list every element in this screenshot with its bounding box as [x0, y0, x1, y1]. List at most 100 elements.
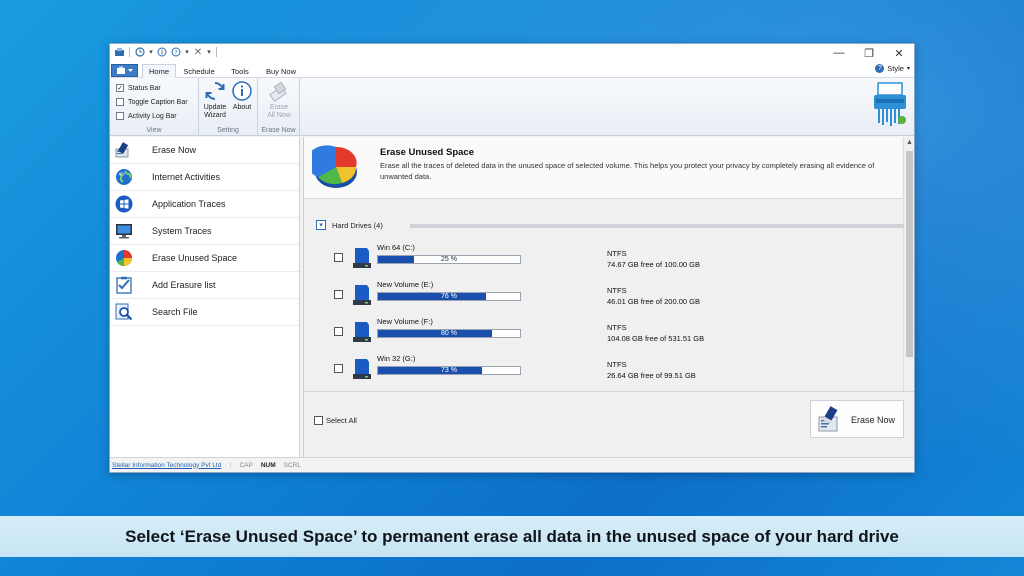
- file-system: NTFS: [607, 286, 627, 295]
- drive-checkbox[interactable]: [334, 327, 343, 336]
- help-icon[interactable]: ?: [170, 46, 182, 58]
- drive-checkbox[interactable]: [334, 364, 343, 373]
- sidebar-item-search-file[interactable]: Search File: [110, 299, 299, 326]
- checkbox-label: Status Bar: [128, 84, 161, 92]
- sidebar-item-erase-now[interactable]: Erase Now: [110, 137, 299, 164]
- ribbon-group-setting: Update Wizard About Setting: [199, 78, 258, 136]
- ribbon-tabs: Home Schedule Tools Buy Now ? Style ▾: [110, 63, 914, 78]
- checkbox-icon[interactable]: [116, 112, 124, 120]
- tutorial-caption: Select ‘Erase Unused Space’ to permanent…: [0, 516, 1024, 557]
- module-header: Erase Unused Space Erase all the traces …: [304, 137, 902, 199]
- monitor-icon: [116, 224, 132, 239]
- eraser-icon: [818, 406, 838, 432]
- tab-home[interactable]: Home: [142, 64, 176, 78]
- select-all-checkbox[interactable]: Select All: [314, 416, 357, 425]
- drive-row-g[interactable]: Win 32 (G:) 73 % NTFS 26.64 GB free of 9…: [304, 354, 894, 388]
- content-area: Erase Now Internet Activities Applicatio…: [110, 137, 914, 457]
- group-label-view: View: [146, 127, 162, 134]
- scroll-lock-indicator: SCRL: [283, 461, 301, 469]
- sidebar-item-label: Application Traces: [152, 199, 226, 209]
- checkbox-icon[interactable]: ✓: [116, 84, 124, 92]
- tab-schedule[interactable]: Schedule: [180, 64, 218, 78]
- shredder-logo-icon: [874, 82, 906, 126]
- caps-lock-indicator: CAP: [239, 461, 253, 469]
- help-icon[interactable]: ?: [875, 64, 885, 73]
- erase-label-line2: All Now: [267, 112, 291, 119]
- free-space: 46.01 GB free of 200.00 GB: [607, 297, 700, 306]
- svg-text:?: ?: [174, 49, 177, 56]
- file-system: NTFS: [607, 249, 627, 258]
- refresh-icon: [205, 81, 225, 101]
- free-space: 104.08 GB free of 531.51 GB: [607, 334, 705, 343]
- drive-name: Win 64 (C:): [377, 243, 415, 252]
- collapse-toggle-icon[interactable]: ▾: [316, 220, 326, 230]
- drive-name: New Volume (F:): [377, 317, 433, 326]
- drive-row-c[interactable]: Win 64 (C:) 25 % NTFS 74.67 GB free of 1…: [304, 243, 894, 277]
- close-button[interactable]: ✕: [884, 44, 914, 62]
- status-bar: Stellar Information Technology Pvt Ltd ⁝…: [110, 457, 914, 472]
- activity-log-bar-checkbox[interactable]: Activity Log Bar: [116, 109, 188, 123]
- app-window: ▾ ? ▾ ✕ ▾ — ❐ ✕ Home Schedule Tools Buy …: [109, 43, 915, 473]
- update-label-line1: Update: [203, 104, 227, 111]
- scroll-thumb[interactable]: [906, 151, 913, 357]
- vertical-scrollbar[interactable]: ▲ ▼: [903, 137, 914, 403]
- update-label-line2: Wizard: [204, 112, 226, 119]
- sidebar-item-label: System Traces: [152, 226, 212, 236]
- sidebar: Erase Now Internet Activities Applicatio…: [110, 137, 300, 457]
- update-wizard-button[interactable]: Update Wizard: [202, 80, 228, 120]
- restore-button[interactable]: ❐: [854, 44, 884, 62]
- num-lock-indicator: NUM: [260, 461, 276, 469]
- free-space: 74.67 GB free of 100.00 GB: [607, 260, 700, 269]
- checkbox-icon[interactable]: [314, 416, 323, 425]
- tab-tools[interactable]: Tools: [224, 64, 256, 78]
- dropdown-arrow-icon[interactable]: ▾: [148, 46, 154, 58]
- usage-percent: 73 %: [441, 367, 457, 374]
- application-menu-button[interactable]: [111, 64, 138, 77]
- customize-qat-icon[interactable]: ▾: [206, 46, 212, 58]
- group-label-erase-now: Erase Now: [261, 127, 296, 134]
- status-bar-checkbox[interactable]: ✓ Status Bar: [116, 81, 188, 95]
- pie-chart-icon: [116, 250, 132, 267]
- tab-buy-now[interactable]: Buy Now: [260, 64, 302, 78]
- sidebar-item-add-erasure-list[interactable]: Add Erasure list: [110, 272, 299, 299]
- erase-now-label: Erase Now: [851, 415, 896, 425]
- pie-chart-icon: [312, 145, 357, 188]
- hard-drive-icon: [353, 359, 371, 379]
- drive-row-f[interactable]: New Volume (F:) 80 % NTFS 104.08 GB free…: [304, 317, 894, 351]
- checkbox-icon[interactable]: [116, 98, 124, 106]
- dropdown-arrow-icon[interactable]: ▾: [184, 46, 190, 58]
- group-label: Hard Drives (4): [332, 220, 383, 230]
- usage-bar: 76 %: [377, 292, 521, 301]
- drive-row-e[interactable]: New Volume (E:) 76 % NTFS 46.01 GB free …: [304, 280, 894, 314]
- scroll-up-icon[interactable]: ▲: [904, 137, 915, 148]
- group-divider: [410, 224, 904, 228]
- drive-checkbox[interactable]: [334, 290, 343, 299]
- app-logo-icon[interactable]: [113, 46, 125, 58]
- usage-percent: 25 %: [441, 256, 457, 263]
- erase-all-now-button[interactable]: Erase All Now: [262, 80, 296, 120]
- checkbox-label: Toggle Caption Bar: [128, 98, 188, 106]
- about-button[interactable]: About: [229, 80, 255, 112]
- sidebar-item-system-traces[interactable]: System Traces: [110, 218, 299, 245]
- sidebar-item-internet-activities[interactable]: Internet Activities: [110, 164, 299, 191]
- about-label: About: [232, 104, 252, 111]
- free-space: 26.64 GB free of 99.51 GB: [607, 371, 696, 380]
- sidebar-item-application-traces[interactable]: Application Traces: [110, 191, 299, 218]
- schedule-icon[interactable]: [134, 46, 146, 58]
- erase-now-button[interactable]: Erase Now: [810, 400, 904, 438]
- style-label[interactable]: Style: [887, 64, 904, 73]
- toggle-caption-bar-checkbox[interactable]: Toggle Caption Bar: [116, 95, 188, 109]
- info-icon[interactable]: [156, 46, 168, 58]
- company-link[interactable]: Stellar Information Technology Pvt Ltd: [112, 462, 221, 469]
- page-description: Erase all the traces of deleted data in …: [380, 161, 875, 181]
- minimize-button[interactable]: —: [824, 44, 854, 62]
- usage-percent: 80 %: [441, 330, 457, 337]
- sidebar-item-erase-unused-space[interactable]: Erase Unused Space: [110, 245, 299, 272]
- hard-drives-group-header[interactable]: ▾ Hard Drives (4): [316, 220, 383, 230]
- drive-checkbox[interactable]: [334, 253, 343, 262]
- usage-bar: 25 %: [377, 255, 521, 264]
- ribbon-group-view: ✓ Status Bar Toggle Caption Bar Activity…: [110, 78, 199, 136]
- drive-name: Win 32 (G:): [377, 354, 416, 363]
- style-menu[interactable]: ? Style ▾: [875, 64, 910, 73]
- close-x-icon[interactable]: ✕: [192, 46, 204, 58]
